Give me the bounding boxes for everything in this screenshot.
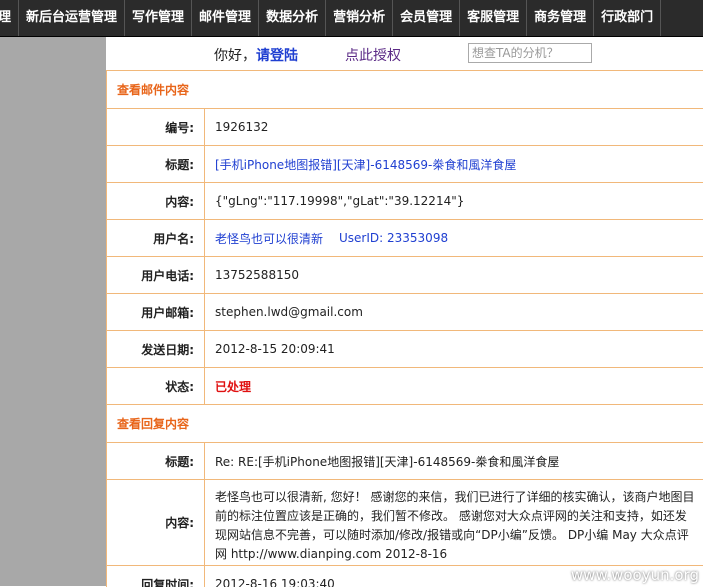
nav-item-mail[interactable]: 邮件管理 [192,0,260,36]
nav-item-partial[interactable]: 理 [0,0,20,36]
row-label: 标题: [107,443,205,479]
row-label: 回复时间: [107,566,205,587]
row-value: 13752588150 [215,268,299,282]
reply-section-title: 查看回复内容 [107,405,703,443]
row-label: 用户邮箱: [107,294,205,330]
nav-item-members[interactable]: 会员管理 [393,0,461,36]
greeting-hello: 你好， [214,48,256,64]
nav-item-backend-ops[interactable]: 新后台运营管理 [19,0,126,36]
reply-row-title: 标题: Re: RE:[手机iPhone地图报错][天津]-6148569-桊食… [107,443,703,480]
mail-row-phone: 用户电话: 13752588150 [107,257,703,294]
row-label: 内容: [107,183,205,219]
nav-item-support[interactable]: 客服管理 [460,0,528,36]
username-link[interactable]: 老怪鸟也可以很清新 [215,230,323,247]
row-value: Re: RE:[手机iPhone地图报错][天津]-6148569-桊食和風洋食… [215,454,560,469]
row-label: 用户名: [107,220,205,256]
greeting-text: 你好，请登陆 [214,45,298,65]
mail-row-date: 发送日期: 2012-8-15 20:09:41 [107,331,703,368]
status-badge: 已处理 [215,379,252,394]
watermark: www.wooyun.org [570,566,699,584]
reply-content: 老怪鸟也可以很清新, 您好！ 感谢您的来信，我们已进行了详细的核实确认，该商户地… [215,490,695,561]
row-label: 标题: [107,146,205,182]
nav-item-admin[interactable]: 行政部门 [594,0,662,36]
row-value: stephen.lwd@gmail.com [215,305,363,319]
mail-row-id: 编号: 1926132 [107,109,703,146]
user-id[interactable]: UserID: 23353098 [339,231,448,245]
mail-row-content: 内容: {"gLng":"117.19998","gLat":"39.12214… [107,183,703,220]
login-link[interactable]: 请登陆 [256,48,298,64]
row-label: 状态: [107,368,205,404]
nav-item-marketing[interactable]: 营销分析 [326,0,394,36]
row-value: {"gLng":"117.19998","gLat":"39.12214"} [215,194,465,208]
content-panel: 查看邮件内容 编号: 1926132 标题: [手机iPhone地图报错][天津… [106,70,703,587]
mail-row-email: 用户邮箱: stephen.lwd@gmail.com [107,294,703,331]
row-value: 1926132 [215,120,269,134]
mail-row-status: 状态: 已处理 [107,368,703,405]
nav-item-writing[interactable]: 写作管理 [125,0,193,36]
row-label: 用户电话: [107,257,205,293]
row-value: 老怪鸟也可以很清新 UserID: 23353098 [205,220,703,256]
greeting-bar: 你好，请登陆 点此授权 想查TA的分机？ [106,37,703,70]
mail-row-username: 用户名: 老怪鸟也可以很清新 UserID: 23353098 [107,220,703,257]
top-nav: 理 新后台运营管理 写作管理 邮件管理 数据分析 营销分析 会员管理 客服管理 … [0,0,703,37]
row-value: 2012-8-15 20:09:41 [215,342,335,356]
mail-section-title: 查看邮件内容 [107,71,703,109]
mail-row-title: 标题: [手机iPhone地图报错][天津]-6148569-桊食和風洋食屋 [107,146,703,183]
row-label: 内容: [107,480,205,565]
extension-search-input[interactable]: 想查TA的分机？ [468,43,592,63]
mail-title-link[interactable]: [手机iPhone地图报错][天津]-6148569-桊食和風洋食屋 [205,146,703,182]
authorize-link[interactable]: 点此授权 [345,45,401,65]
left-margin [0,37,106,586]
nav-item-business[interactable]: 商务管理 [527,0,595,36]
row-label: 编号: [107,109,205,145]
nav-item-data-analysis[interactable]: 数据分析 [259,0,327,36]
row-label: 发送日期: [107,331,205,367]
reply-row-content: 内容: 老怪鸟也可以很清新, 您好！ 感谢您的来信，我们已进行了详细的核实确认，… [107,480,703,566]
